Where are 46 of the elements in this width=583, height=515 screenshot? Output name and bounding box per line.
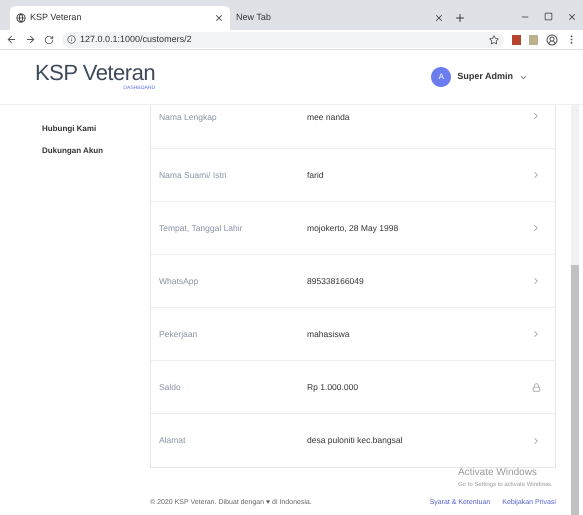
close-icon[interactable] [214,13,224,23]
field-value: 895338166049 [307,274,365,288]
detail-row[interactable]: Tempat, Tanggal Lahir mojokerto, 28 May 1998 [151,202,555,255]
new-tab-icon[interactable] [454,12,466,24]
reload-icon[interactable] [44,34,54,44]
close-icon[interactable] [434,13,444,23]
field-label: Nama Lengkap [159,111,218,124]
field-value: farid [307,168,325,182]
field-label: Alamat [159,434,186,447]
sidebar-link[interactable]: Hubungi Kami [42,123,150,135]
user-menu[interactable]: A Super Admin [431,67,528,87]
user-avatar: A [431,67,452,87]
bookmark-star-icon[interactable] [489,34,499,44]
field-label: Saldo [159,380,182,394]
detail-row[interactable]: Nama Suami/ Istri farid [151,149,555,202]
field-label: Nama Suami/ Istri [159,168,228,182]
field-label: Pekerjaan [159,328,198,340]
user-name: Super Admin [457,70,513,84]
forward-icon[interactable] [25,34,36,45]
detail-row[interactable]: WhatsApp 895338166049 [151,255,555,308]
field-value: mahasiswa [307,328,351,340]
maximize-icon[interactable] [544,12,553,21]
brand-title[interactable]: KSP Veteran [35,61,156,86]
detail-row[interactable]: Alamat desa puloniti kec.bangsal [151,414,555,467]
field-value: desa puloniti kec.bangsal [307,434,404,447]
info-icon [67,35,76,44]
tab-title: New Tab [236,11,272,24]
profile-icon[interactable] [546,34,558,46]
globe-icon [16,13,26,23]
close-window-icon[interactable] [567,12,577,22]
lock-icon [532,382,541,392]
detail-row[interactable]: Pekerjaan mahasiswa [151,308,555,361]
address-field[interactable]: 127.0.0.1:1000/customers/2 [62,32,504,48]
tab-title: KSP Veteran [30,11,82,24]
field-value: mojokerto, 28 May 1998 [307,222,400,234]
field-label: Tempat, Tanggal Lahir [159,222,244,234]
sidebar-link[interactable]: Dukungan Akun [42,145,150,157]
field-label: WhatsApp [159,274,200,288]
browser-tab[interactable]: KSP Veteran [10,6,230,30]
detail-row[interactable]: Saldo Rp 1.000.000 [151,361,555,414]
field-value: mee nanda [307,111,351,124]
activation-title: Activate Windows [458,467,538,479]
detail-row[interactable]: Nama Lengkap mee nanda [151,105,555,149]
back-icon[interactable] [6,34,17,45]
scrollbar[interactable] [571,105,579,515]
field-value: Rp 1.000.000 [307,380,360,394]
